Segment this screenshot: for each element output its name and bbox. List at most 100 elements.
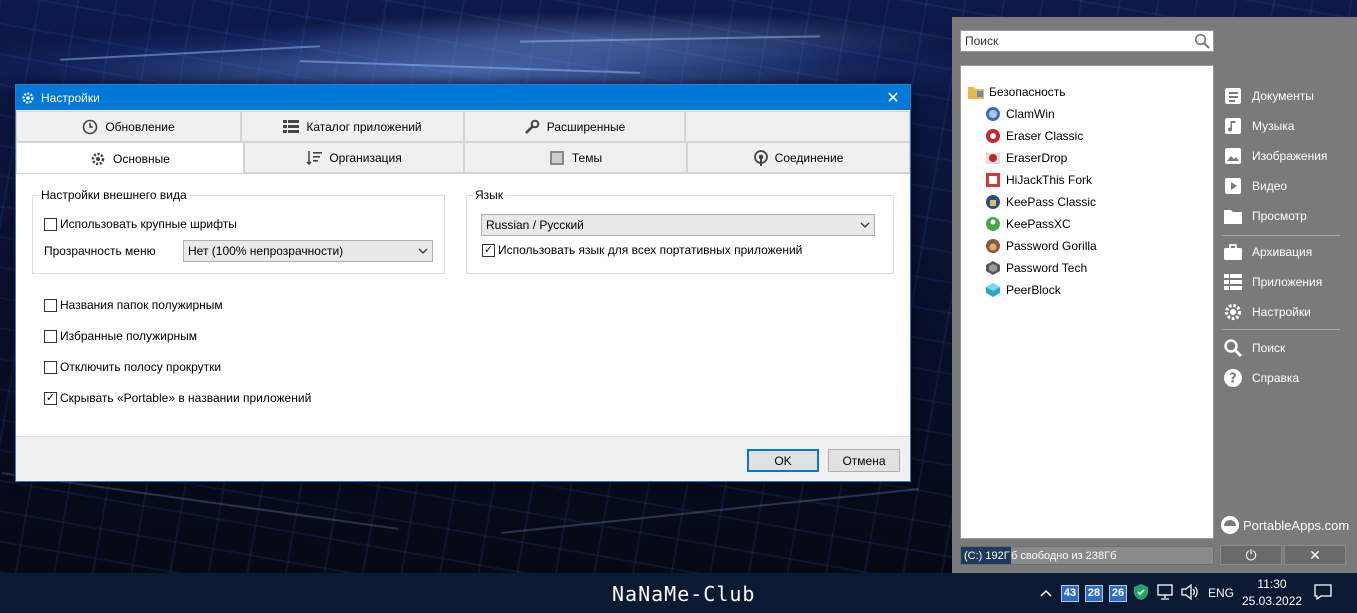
nav-help[interactable]: ? Справка [1222,365,1342,391]
disable-scrollbar-checkbox[interactable]: Отключить полосу прокрутки [44,360,221,374]
dialog-titlebar[interactable]: Настройки ✕ [16,85,910,110]
gorilla-icon [985,238,1001,254]
tab-organization[interactable]: Организация [244,142,464,173]
tray-language[interactable]: ENG [1208,573,1234,613]
notifications-button[interactable] [1314,573,1332,613]
eraserdrop-icon [985,150,1001,166]
tray-badge-3[interactable]: 26 [1109,573,1127,613]
language-select[interactable]: Russian / Русский [481,214,875,236]
list-item[interactable]: KeePass Classic [985,194,1096,210]
wrench-icon [524,119,540,135]
list-item[interactable]: Password Gorilla [985,238,1097,254]
nav-backup[interactable]: Архивация [1222,239,1342,265]
clock-time: 11:30 [1257,577,1287,591]
disk-usage-bar: (C:) 192Г б свободно из 238Гб [960,546,1214,565]
chevron-down-icon [856,222,874,228]
portableapps-logo[interactable]: PortableApps.com [1220,515,1349,535]
tab-general[interactable]: Основные [16,142,244,175]
nav-images[interactable]: Изображения [1222,143,1342,169]
settings-dialog: Настройки ✕ Обновление Каталог приложени… [15,84,911,482]
close-icon: ✕ [886,89,900,107]
transparency-select[interactable]: Нет (100% непрозрачности) [183,240,433,262]
network-icon [1157,583,1175,603]
list-item[interactable]: Password Tech [985,260,1087,276]
video-icon [1222,175,1244,197]
hide-portable-checkbox[interactable]: ✓ Скрывать «Portable» в названии приложе… [44,391,311,405]
ok-button[interactable]: OK [747,449,819,472]
nav-search[interactable]: Поиск [1222,335,1342,361]
nav-documents[interactable]: Документы [1222,83,1342,109]
taskbar-clock[interactable]: 11:30 25.03.2022 [1242,576,1302,610]
disk-free-text: б свободно из 238Гб [1011,549,1117,562]
tab-update[interactable]: Обновление [16,111,241,142]
tab-connection[interactable]: Соединение [687,142,910,173]
tray-volume[interactable] [1181,573,1199,613]
folder-icon [1222,205,1244,227]
close-menu-button[interactable]: ✕ [1284,545,1346,565]
disable-scrollbar-box[interactable] [44,360,57,374]
hide-portable-box[interactable]: ✓ [44,391,57,405]
power-button[interactable]: ⏻ [1220,545,1282,565]
chevron-up-icon [1040,586,1052,600]
tray-network[interactable] [1157,573,1175,613]
large-fonts-box[interactable] [44,217,57,231]
help-icon: ? [1222,367,1244,389]
clamwin-icon [985,106,1001,122]
sort-icon [306,150,323,165]
bold-favorites-box[interactable] [44,329,57,343]
search-icon[interactable] [1194,33,1210,49]
dialog-title: Настройки [41,90,100,105]
nav-browse[interactable]: Просмотр [1222,203,1342,229]
nav-apps[interactable]: Приложения [1222,269,1342,295]
hijackthis-icon [985,172,1001,188]
cancel-button[interactable]: Отмена [828,449,900,472]
tab-app-catalog[interactable]: Каталог приложений [241,111,464,142]
clock-icon [82,119,98,135]
keepass-icon [985,194,1001,210]
tab-themes[interactable]: Темы [464,142,687,173]
close-button[interactable]: ✕ [876,85,910,110]
list-item[interactable]: HiJackThis Fork [985,172,1092,188]
apps-list-icon [1222,271,1244,293]
passwordtech-icon [985,260,1001,276]
portableapps-menu: Поиск Безопасность ClamWin Eraser Classi… [952,17,1357,573]
grid-list-icon [283,119,300,134]
images-icon [1222,145,1244,167]
appearance-legend: Настройки внешнего вида [41,188,187,202]
list-item[interactable]: EraserDrop [985,150,1067,166]
gear-icon [90,151,106,167]
bold-folders-box[interactable] [44,298,57,312]
category-security[interactable]: Безопасность [968,84,1066,100]
nav-music[interactable]: Музыка [1222,113,1342,139]
language-all-apps-checkbox[interactable]: ✓ Использовать язык для всех портативных… [482,243,802,257]
app-list: Безопасность ClamWin Eraser Classic Eras… [960,65,1214,539]
list-item[interactable]: KeePassXC [985,216,1071,232]
bold-folders-checkbox[interactable]: Названия папок полужирным [44,298,223,312]
disk-used-fill: (C:) 192Г [961,547,1011,564]
large-fonts-checkbox[interactable]: Использовать крупные шрифты [44,217,237,231]
nav-video[interactable]: Видео [1222,173,1342,199]
settings-tabs: Обновление Каталог приложений Расширенны… [16,111,910,175]
list-item[interactable]: Eraser Classic [985,128,1083,144]
tab-advanced[interactable]: Расширенные [464,111,685,142]
shield-icon [1134,583,1148,603]
peerblock-icon [985,282,1001,298]
taskbar: NaNaMe-Club 43 28 26 ENG 11:30 25.03.202… [0,573,1357,613]
bold-favorites-checkbox[interactable]: Избранные полужирным [44,329,197,343]
tray-badge-2[interactable]: 28 [1085,573,1103,613]
taskbar-logo: NaNaMe-Club [612,582,756,606]
search-icon [1222,337,1244,359]
search-input[interactable]: Поиск [960,30,1214,52]
list-item[interactable]: PeerBlock [985,282,1061,298]
eraser-icon [985,128,1001,144]
keepassxc-icon [985,216,1001,232]
nav-settings[interactable]: Настройки [1222,299,1342,325]
tray-badge-1[interactable]: 43 [1061,573,1079,613]
tray-overflow[interactable] [1040,573,1052,613]
clock-date: 25.03.2022 [1242,594,1303,608]
language-all-apps-box[interactable]: ✓ [482,243,495,257]
portableapps-icon [1220,515,1240,535]
documents-icon [1222,85,1244,107]
list-item[interactable]: ClamWin [985,106,1055,122]
tray-defender[interactable] [1134,573,1148,613]
